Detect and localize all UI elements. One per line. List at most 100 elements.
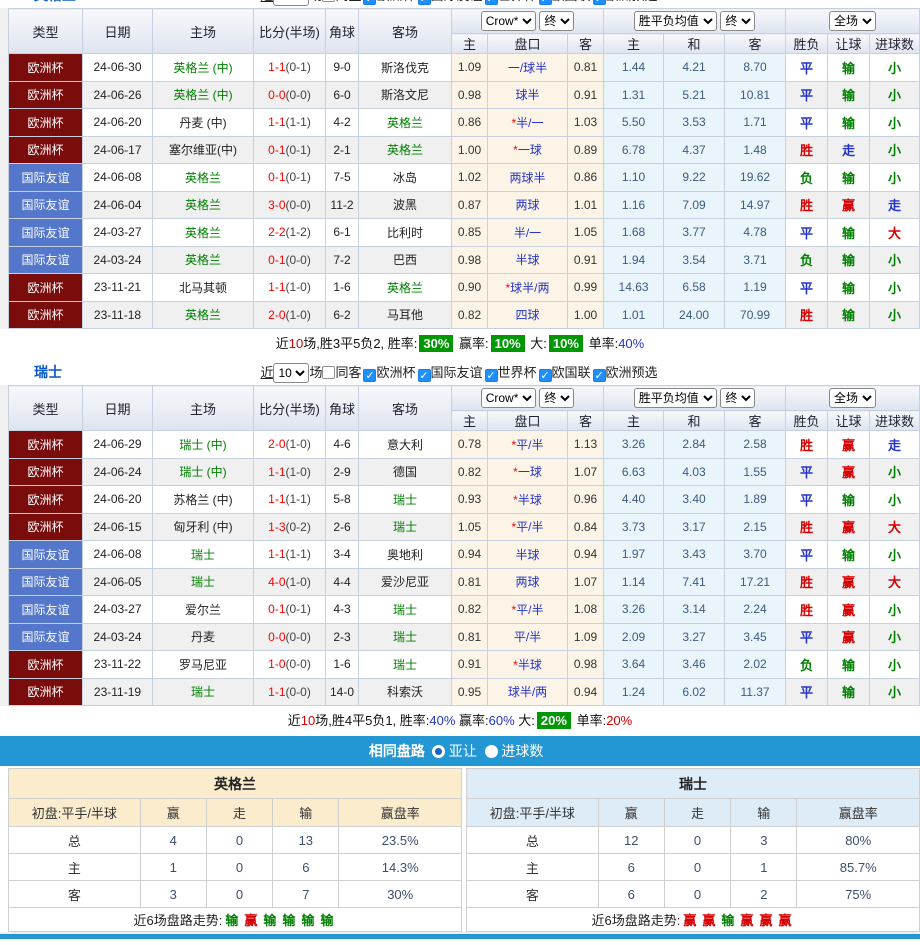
corners: 4-6 <box>326 431 359 459</box>
europe-odds-select[interactable]: 胜平负均值 <box>634 11 717 31</box>
handicap-line: 四球 <box>488 301 568 329</box>
asian-away-odds: 0.91 <box>568 81 604 109</box>
match-date: 24-06-30 <box>83 54 153 82</box>
league-checkbox[interactable]: ✓ <box>593 369 606 382</box>
league-checkbox[interactable]: ✓ <box>539 0 552 5</box>
recent-count-select[interactable]: 10 <box>273 363 309 383</box>
england-matches-table: 类型日期主场比分(半场)角球客场Crow* 终胜平负均值 终全场主盘口客主和客胜… <box>8 8 920 329</box>
league-checkbox[interactable]: ✓ <box>485 369 498 382</box>
away-team: 瑞士 <box>359 596 452 624</box>
score-cell: 1-1(0-0) <box>254 678 326 706</box>
corners: 2-6 <box>326 513 359 541</box>
home-team: 丹麦 <box>153 623 254 651</box>
euro-home-odds: 6.78 <box>604 136 664 164</box>
europe-period-select[interactable]: 终 <box>720 388 755 408</box>
same-venue-checkbox[interactable] <box>322 366 335 379</box>
england-title-link[interactable]: 英格兰 <box>34 0 76 5</box>
bookmaker-select[interactable]: Crow* <box>481 388 536 408</box>
handicap-line-text: 平/半 <box>514 630 541 644</box>
recent-count-select[interactable]: 10 <box>273 0 309 6</box>
score-cell: 2-2(1-2) <box>254 219 326 247</box>
compare-column-header: 赢盘率 <box>797 799 920 827</box>
asian-away-odds: 1.03 <box>568 109 604 137</box>
result-outcome: 负 <box>786 246 828 274</box>
league-checkbox[interactable]: ✓ <box>363 369 376 382</box>
compare-cell: 3 <box>140 881 206 908</box>
asian-home-odds: 0.82 <box>452 458 488 486</box>
result-goals: 小 <box>870 623 920 651</box>
header-controls-row: 类型日期主场比分(半场)角球客场Crow* 终胜平负均值 终全场 <box>9 9 920 34</box>
europe-period-select[interactable]: 终 <box>720 11 755 31</box>
euro-away-odds: 10.81 <box>725 81 786 109</box>
asian-away-odds: 0.98 <box>568 651 604 679</box>
score-cell: 1-1(0-1) <box>254 54 326 82</box>
fulltime-score: 1-1 <box>268 465 285 479</box>
euro-draw-odds: 3.27 <box>664 623 725 651</box>
trend-item: 赢 <box>244 913 257 928</box>
halftime-score: (0-1) <box>286 60 311 74</box>
league-checkbox[interactable]: ✓ <box>485 0 498 5</box>
column-header: 客 <box>725 411 786 431</box>
match-row: 欧洲杯23-11-21北马其顿1-1(1-0)1-6英格兰0.90*球半/两0.… <box>9 274 920 302</box>
period-select[interactable]: 终 <box>539 11 574 31</box>
euro-draw-odds: 4.03 <box>664 458 725 486</box>
league-checkbox[interactable]: ✓ <box>418 369 431 382</box>
fulltime-score: 3-0 <box>268 198 285 212</box>
same-venue-checkbox[interactable] <box>322 0 335 2</box>
euro-home-odds: 1.16 <box>604 191 664 219</box>
match-date: 24-06-20 <box>83 109 153 137</box>
fulltime-score: 1-0 <box>268 657 285 671</box>
scope-select[interactable]: 全场 <box>829 388 876 408</box>
away-team-name: 意大利 <box>387 438 423 452</box>
euro-home-odds: 3.26 <box>604 596 664 624</box>
trend-item: 赢 <box>740 913 753 928</box>
compare-cell: 总 <box>467 827 599 854</box>
home-team: 英格兰 <box>153 164 254 192</box>
scope-select[interactable]: 全场 <box>829 11 876 31</box>
column-header: 角球 <box>326 386 359 431</box>
away-team-name: 爱沙尼亚 <box>381 575 429 589</box>
bookmaker-select[interactable]: Crow* <box>481 11 536 31</box>
banner-radio[interactable] <box>485 745 498 758</box>
away-team-name: 英格兰 <box>387 143 423 157</box>
league-checkbox[interactable]: ✓ <box>363 0 376 5</box>
europe-odds-select[interactable]: 胜平负均值 <box>634 388 717 408</box>
euro-away-odds: 2.02 <box>725 651 786 679</box>
league-checkbox[interactable]: ✓ <box>418 0 431 5</box>
compare-cell: 85.7% <box>797 854 920 881</box>
home-team: 爱尔兰 <box>153 596 254 624</box>
summary-segment: 近 <box>288 713 301 728</box>
handicap-line-text: 球半/两 <box>510 281 549 295</box>
away-team: 瑞士 <box>359 486 452 514</box>
euro-draw-odds: 3.54 <box>664 246 725 274</box>
compare-column-header: 输 <box>273 799 339 827</box>
column-header: 让球 <box>828 411 870 431</box>
result-outcome: 胜 <box>786 568 828 596</box>
euro-home-odds: 1.68 <box>604 219 664 247</box>
banner-radio[interactable] <box>432 745 445 758</box>
same-handicap-banner: 相同盘路 亚让 进球数 <box>0 736 920 766</box>
result-outcome: 平 <box>786 109 828 137</box>
league-checkbox[interactable]: ✓ <box>539 369 552 382</box>
switzerland-title-link[interactable]: 瑞士 <box>34 362 62 382</box>
handicap-line: *平/半 <box>488 596 568 624</box>
trend-item: 赢 <box>683 913 696 928</box>
compare-trend-cell: 近6场盘路走势:赢赢输赢赢赢 <box>467 908 920 932</box>
league-checkbox[interactable]: ✓ <box>593 0 606 5</box>
euro-away-odds: 19.62 <box>725 164 786 192</box>
period-select[interactable]: 终 <box>539 388 574 408</box>
result-outcome: 胜 <box>786 513 828 541</box>
page: 英格兰 近10场同主✓欧洲杯✓国际友谊✓世界杯✓欧国联✓欧洲预选 类型日期主场比… <box>0 0 920 945</box>
asian-away-odds: 0.81 <box>568 54 604 82</box>
halftime-score: (0-1) <box>286 170 311 184</box>
away-team-name: 瑞士 <box>393 493 417 507</box>
halftime-score: (1-0) <box>286 280 311 294</box>
league-badge: 欧洲杯 <box>9 486 83 514</box>
column-header: 盘口 <box>488 34 568 54</box>
halftime-score: (1-1) <box>286 115 311 129</box>
result-outcome: 负 <box>786 651 828 679</box>
header-controls-row: 类型日期主场比分(半场)角球客场Crow* 终胜平负均值 终全场 <box>9 386 920 411</box>
fulltime-score: 1-1 <box>268 685 285 699</box>
home-team-name: 英格兰 <box>185 198 221 212</box>
england-filter-row: 英格兰 近10场同主✓欧洲杯✓国际友谊✓世界杯✓欧国联✓欧洲预选 <box>0 0 920 8</box>
